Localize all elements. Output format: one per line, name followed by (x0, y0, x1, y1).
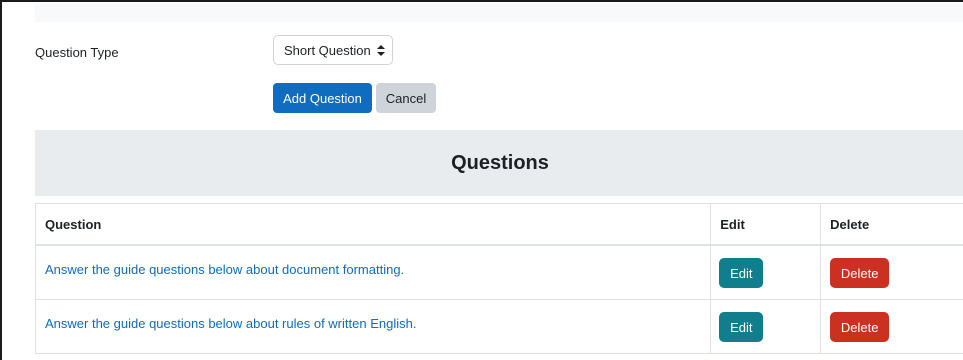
question-link[interactable]: Answer the guide questions below about r… (45, 316, 416, 331)
question-cell: Answer the guide questions below about r… (36, 300, 712, 353)
column-header-edit: Edit (711, 204, 822, 244)
delete-button[interactable]: Delete (830, 258, 890, 288)
question-link[interactable]: Answer the guide questions below about d… (45, 262, 404, 277)
table-row: Answer the guide questions below about d… (36, 246, 963, 300)
column-header-delete: Delete (830, 216, 870, 232)
edit-button[interactable]: Edit (719, 312, 764, 342)
sort-arrows-icon (376, 44, 385, 56)
question-cell: Answer the guide questions below about d… (36, 246, 712, 299)
edit-button[interactable]: Edit (719, 258, 764, 288)
edit-cell: Edit (711, 300, 822, 353)
question-type-value: Short Question (284, 42, 371, 58)
question-type-select[interactable]: Short Question (273, 35, 393, 65)
delete-button[interactable]: Delete (830, 312, 890, 342)
delete-cell: Delete (821, 300, 963, 353)
page-frame: Question Type Short Question Add Questio… (0, 0, 963, 360)
questions-heading: Questions (35, 130, 963, 196)
add-question-button[interactable]: Add Question (273, 83, 372, 113)
cancel-button[interactable]: Cancel (376, 83, 436, 113)
table-header-row: Question Edit Delete (36, 204, 963, 246)
question-type-label: Question Type (35, 45, 119, 60)
questions-table: Question Edit Delete Answer the guide qu… (35, 203, 963, 354)
delete-cell: Delete (821, 246, 963, 299)
edit-cell: Edit (711, 246, 822, 299)
column-header-question: Question (36, 204, 712, 244)
table-row: Answer the guide questions below about r… (36, 300, 963, 354)
top-strip (35, 4, 963, 22)
